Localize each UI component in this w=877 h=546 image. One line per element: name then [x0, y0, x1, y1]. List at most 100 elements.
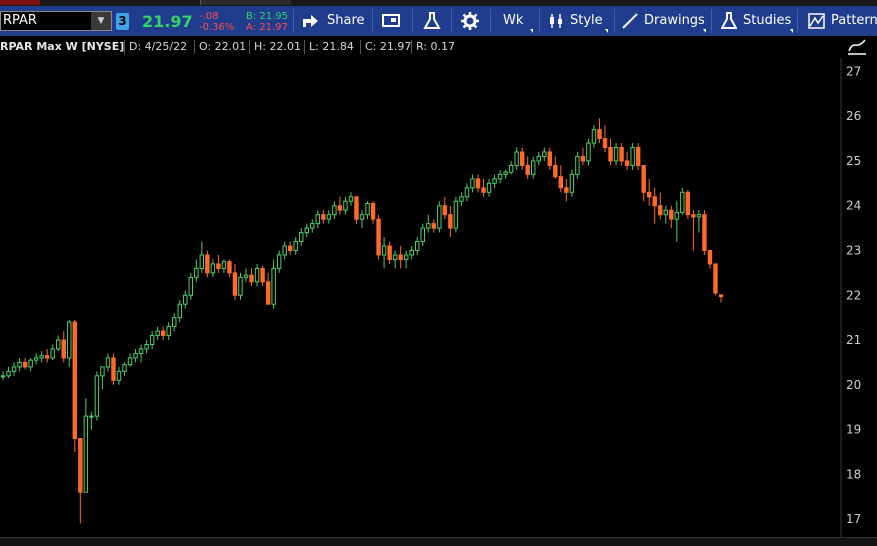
candle-body[interactable] — [199, 254, 205, 269]
candle-body[interactable] — [685, 191, 691, 216]
candle-body[interactable] — [392, 254, 398, 260]
candle-body[interactable] — [569, 173, 575, 193]
candle-body[interactable] — [33, 357, 39, 361]
candle-body[interactable] — [155, 330, 160, 337]
candle-body[interactable] — [321, 214, 326, 220]
candle-body[interactable] — [194, 267, 199, 278]
candle-body[interactable] — [564, 187, 569, 193]
symbol-input[interactable]: RPAR — [3, 13, 37, 28]
candle-body[interactable] — [122, 364, 127, 372]
candle-body[interactable] — [409, 249, 414, 256]
candle-body[interactable] — [680, 191, 685, 213]
candle-body[interactable] — [271, 267, 276, 305]
candle-body[interactable] — [646, 191, 652, 198]
candle-body[interactable] — [232, 272, 238, 296]
candle-body[interactable] — [674, 211, 680, 220]
candle-body[interactable] — [28, 359, 33, 368]
window-tab[interactable] — [200, 0, 291, 5]
candle-body[interactable] — [481, 187, 486, 193]
candle-body[interactable] — [519, 151, 525, 166]
candle-body[interactable] — [304, 227, 309, 234]
candle-body[interactable] — [503, 171, 508, 175]
candle-body[interactable] — [558, 176, 564, 189]
candle-body[interactable] — [6, 370, 11, 377]
candle-body[interactable] — [17, 361, 22, 368]
candle-body[interactable] — [669, 209, 674, 220]
candle-body[interactable] — [332, 205, 337, 216]
candle-body[interactable] — [470, 178, 475, 189]
symbol-dropdown-icon[interactable]: ▼ — [91, 12, 111, 30]
candle-body[interactable] — [437, 205, 442, 229]
candle-body[interactable] — [216, 263, 221, 269]
candle-body[interactable] — [536, 155, 541, 162]
candle-body[interactable] — [337, 205, 343, 211]
candle-body[interactable] — [718, 294, 724, 298]
candle-body[interactable] — [707, 249, 713, 265]
candle-body[interactable] — [420, 227, 425, 243]
candle-body[interactable] — [387, 245, 392, 260]
candle-body[interactable] — [133, 352, 138, 359]
candle-body[interactable] — [702, 214, 707, 251]
style-button[interactable]: Style — [548, 6, 608, 36]
candle-body[interactable] — [713, 263, 718, 294]
price-chart[interactable]: 17 18 19 20 21 22 23 24 25 26 27 — [0, 58, 877, 537]
candle-body[interactable] — [448, 214, 453, 229]
candle-body[interactable] — [11, 366, 17, 372]
candle-body[interactable] — [287, 245, 293, 251]
candle-body[interactable] — [608, 147, 613, 162]
candle-body[interactable] — [348, 196, 354, 202]
candle-body[interactable] — [602, 138, 608, 149]
candle-body[interactable] — [426, 223, 431, 229]
price-axis[interactable]: 17 18 19 20 21 22 23 24 25 26 27 — [846, 64, 861, 526]
candle-body[interactable] — [265, 281, 271, 305]
candle-body[interactable] — [282, 245, 287, 256]
candle-body[interactable] — [486, 182, 492, 193]
patterns-button[interactable]: Patterns — [808, 6, 877, 36]
candle-body[interactable] — [138, 348, 144, 354]
candle-body[interactable] — [188, 276, 193, 296]
candle-body[interactable] — [696, 214, 702, 218]
candle-body[interactable] — [249, 274, 254, 283]
candle-body[interactable] — [50, 348, 55, 359]
candle-body[interactable] — [635, 147, 641, 166]
candle-body[interactable] — [691, 214, 696, 218]
candle-body[interactable] — [238, 276, 243, 296]
candle-body[interactable] — [547, 151, 552, 166]
candle-body[interactable] — [105, 357, 111, 368]
snapshot-button[interactable] — [382, 6, 402, 36]
candle-body[interactable] — [624, 160, 630, 166]
candle-body[interactable] — [497, 173, 503, 180]
candle-body[interactable] — [94, 375, 100, 417]
candle-body[interactable] — [116, 370, 122, 381]
trend-tool-icon[interactable] — [846, 37, 870, 57]
candle-body[interactable] — [72, 321, 78, 440]
candle-body[interactable] — [144, 344, 149, 350]
studies-button[interactable]: Studies — [721, 6, 793, 36]
candle-body[interactable] — [403, 254, 409, 260]
aggregation-button[interactable]: Wk — [503, 6, 533, 36]
candle-body[interactable] — [100, 366, 105, 377]
candle-body[interactable] — [442, 205, 448, 216]
link-group-badge[interactable]: 3 — [116, 13, 129, 30]
candle-body[interactable] — [619, 147, 624, 162]
candle-body[interactable] — [542, 151, 547, 157]
candle-body[interactable] — [166, 326, 171, 337]
candle-body[interactable] — [525, 164, 530, 175]
candle-body[interactable] — [431, 223, 437, 229]
candle-body[interactable] — [61, 339, 66, 359]
candle-body[interactable] — [56, 339, 61, 350]
candle-body[interactable] — [365, 202, 370, 216]
candle-body[interactable] — [652, 196, 657, 207]
candle-body[interactable] — [575, 155, 580, 175]
candle-body[interactable] — [359, 214, 365, 220]
candle-body[interactable] — [326, 214, 332, 220]
candle-body[interactable] — [44, 355, 50, 359]
candle-body[interactable] — [260, 267, 265, 283]
candle-body[interactable] — [160, 330, 166, 337]
candle-body[interactable] — [641, 164, 646, 193]
candle-body[interactable] — [172, 317, 177, 328]
candle-body[interactable] — [67, 321, 72, 359]
candle-body[interactable] — [464, 187, 470, 198]
candle-body[interactable] — [177, 303, 182, 319]
candle-body[interactable] — [354, 196, 359, 220]
